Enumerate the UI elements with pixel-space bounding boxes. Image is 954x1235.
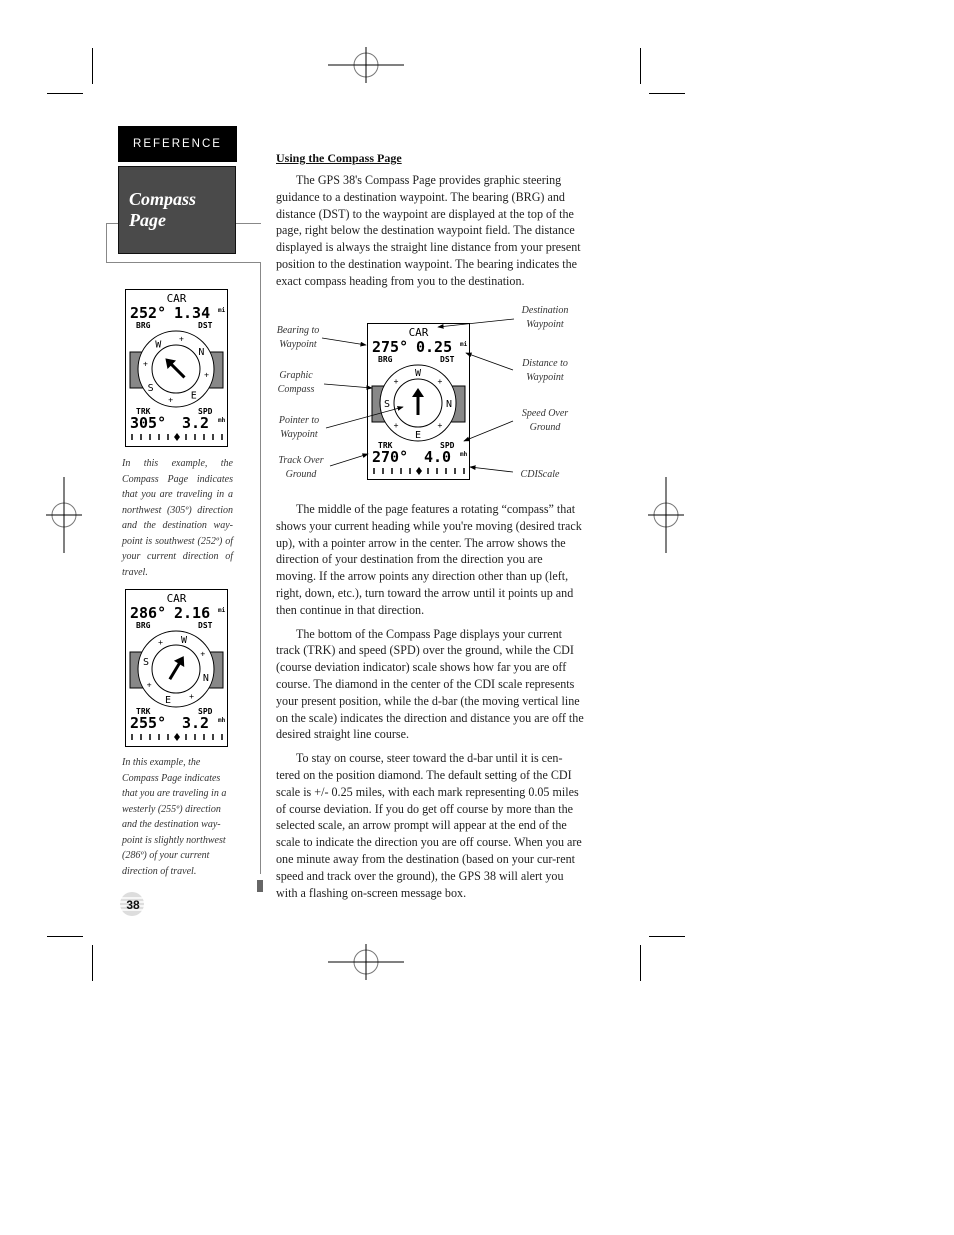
paragraph: The bottom of the Compass Page displays … [276, 626, 584, 742]
arrow-compass [323, 383, 373, 390]
arrow-destination [437, 318, 515, 329]
arrow-track [329, 453, 369, 467]
arrow-bearing [321, 337, 367, 347]
arrow-distance [465, 352, 514, 371]
arrow-pointer [325, 406, 404, 429]
paragraph: The middle of the page features a rotati… [276, 502, 582, 617]
arrow-speed [463, 420, 514, 442]
arrow-cdi [469, 465, 514, 473]
paragraph: To stay on course, steer toward the d-ba… [276, 751, 582, 900]
paragraphs-body: The middle of the page features a rotati… [276, 501, 584, 908]
